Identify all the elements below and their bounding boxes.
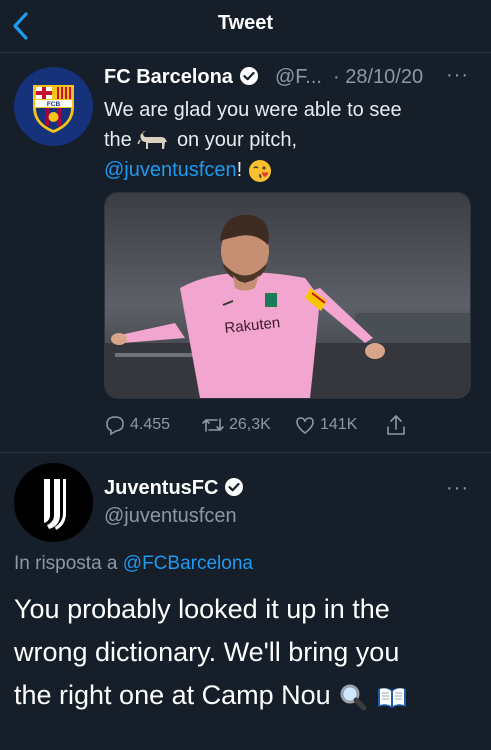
verified-badge-icon xyxy=(225,478,244,496)
like-count: 141K xyxy=(320,416,358,433)
tweet-text-line: @juventusfcen! xyxy=(104,155,474,185)
juventus-logo-icon xyxy=(14,463,93,542)
open-book-emoji-icon xyxy=(377,687,406,708)
share-button[interactable] xyxy=(384,410,412,440)
barcelona-avatar[interactable]: FCB xyxy=(14,67,93,146)
author-handle[interactable]: @juventusfcen xyxy=(104,505,237,528)
reply-icon xyxy=(106,416,124,436)
svg-text:FCB: FCB xyxy=(47,101,61,108)
tweet-date[interactable]: · 28/10/20 xyxy=(333,66,423,89)
tweet-text-line: We are glad you were able to see xyxy=(104,99,402,121)
player-photo: Rakuten xyxy=(105,193,470,398)
author-name[interactable]: JuventusFC xyxy=(104,477,244,500)
reply-text-line: wrong dictionary. We'll bring you xyxy=(14,637,400,667)
reply-to-mention[interactable]: @FCBarcelona xyxy=(123,553,253,574)
juventus-avatar[interactable] xyxy=(14,463,93,542)
goat-emoji-icon xyxy=(137,130,168,149)
divider xyxy=(0,452,491,453)
tweet-actions: 4.455 26,3K 141K xyxy=(104,410,424,440)
page-title: Tweet xyxy=(217,12,274,34)
heart-icon xyxy=(296,417,314,435)
reply-button[interactable]: 4.455 xyxy=(104,410,170,440)
author-handle[interactable]: @F... xyxy=(275,66,322,89)
reply-context: In risposta a @FCBarcelona xyxy=(14,553,253,574)
reply-text-line: the right one at Camp Nou xyxy=(14,674,484,717)
reply-text-line: You probably looked it up in the xyxy=(14,594,390,624)
reply-tweet-text: You probably looked it up in the wrong d… xyxy=(14,588,484,717)
tweet-text: We are glad you were able to see the on … xyxy=(104,95,474,185)
share-icon xyxy=(387,415,405,435)
reply-count: 4.455 xyxy=(130,416,171,433)
tweet-text-line: the on your pitch, xyxy=(104,129,298,151)
top-bar: Tweet xyxy=(0,0,491,53)
retweet-button[interactable]: 26,3K xyxy=(201,410,271,440)
author-name[interactable]: FC Barcelona xyxy=(104,66,259,89)
retweet-count: 26,3K xyxy=(229,416,271,433)
fc-barcelona-crest-icon: FCB xyxy=(14,67,93,146)
mention-link[interactable]: @juventusfcen xyxy=(104,159,237,181)
kiss-wink-emoji-icon xyxy=(248,159,271,182)
like-button[interactable]: 141K xyxy=(294,410,357,440)
retweet-icon xyxy=(202,418,224,432)
more-options-icon[interactable]: ··· xyxy=(446,64,469,87)
tweet-media-photo[interactable]: Rakuten xyxy=(104,192,471,399)
magnifying-glass-emoji-icon xyxy=(340,684,367,711)
verified-badge-icon xyxy=(239,67,258,85)
more-options-icon[interactable]: ··· xyxy=(446,477,469,500)
